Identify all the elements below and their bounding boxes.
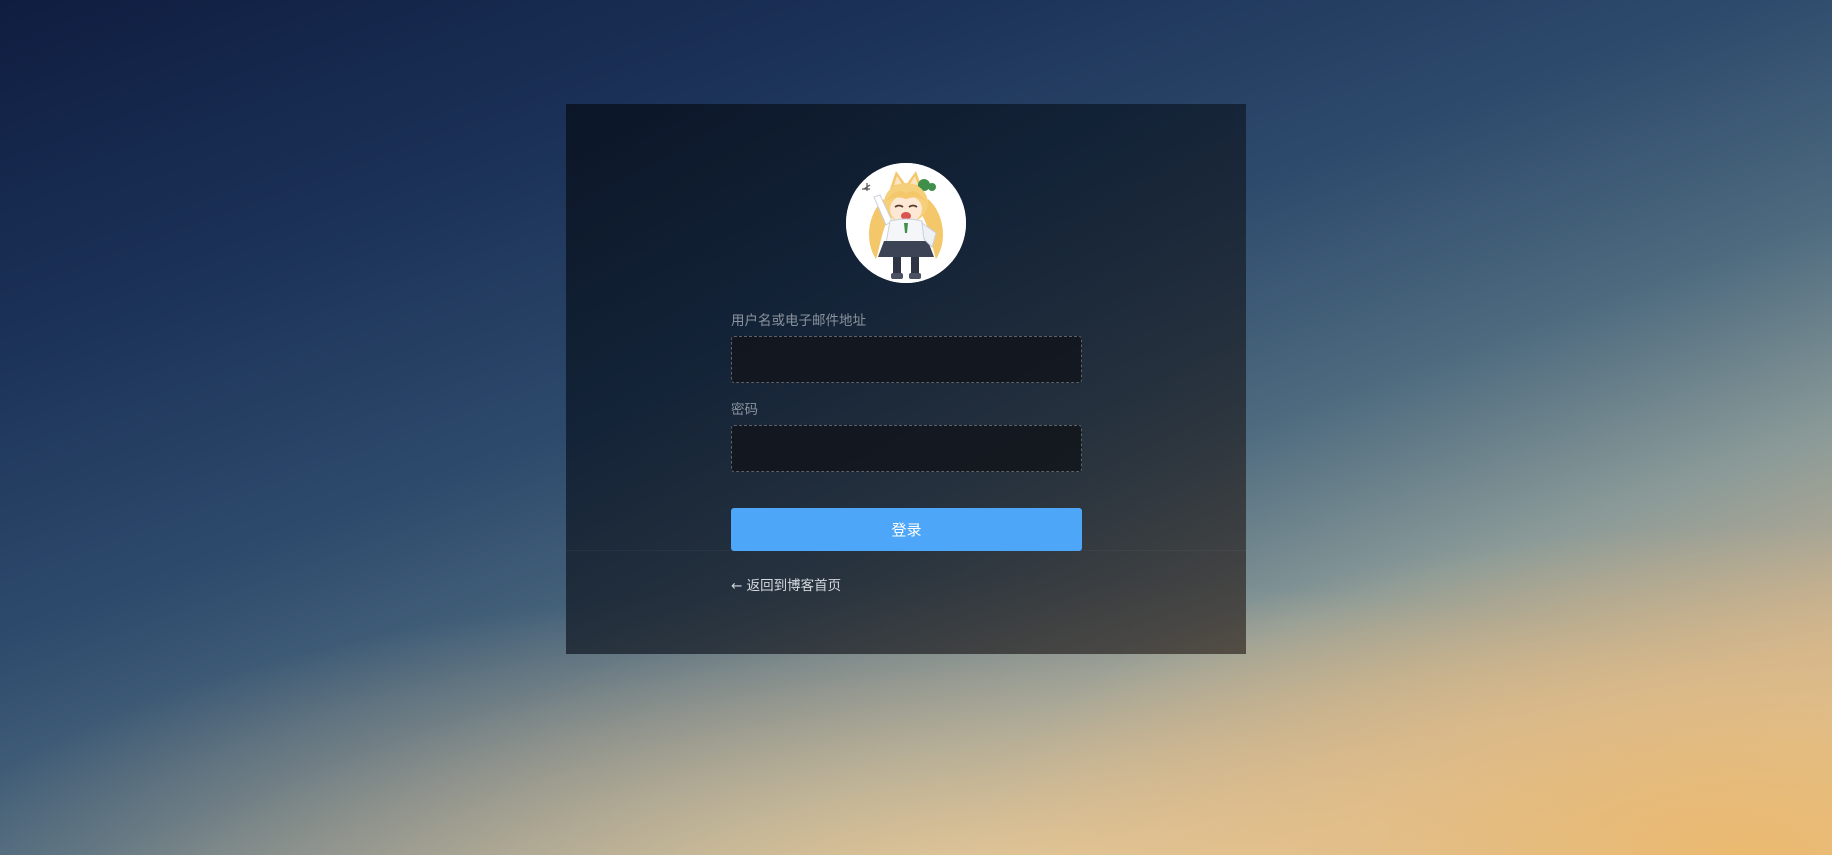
username-field-group: 用户名或电子邮件地址 [731, 312, 1082, 383]
anime-girl-avatar-icon [846, 163, 966, 283]
login-form: 用户名或电子邮件地址 密码 登录 ← 返回到博客首页 [731, 312, 1082, 594]
password-field-group: 密码 [731, 401, 1082, 472]
login-panel: 用户名或电子邮件地址 密码 登录 ← 返回到博客首页 [566, 104, 1246, 654]
back-to-blog-link[interactable]: ← 返回到博客首页 [731, 574, 841, 594]
username-label: 用户名或电子邮件地址 [731, 313, 866, 329]
login-button[interactable]: 登录 [731, 508, 1082, 551]
user-avatar [846, 163, 966, 283]
username-input[interactable] [731, 336, 1082, 383]
password-label: 密码 [731, 402, 758, 418]
password-input[interactable] [731, 425, 1082, 472]
